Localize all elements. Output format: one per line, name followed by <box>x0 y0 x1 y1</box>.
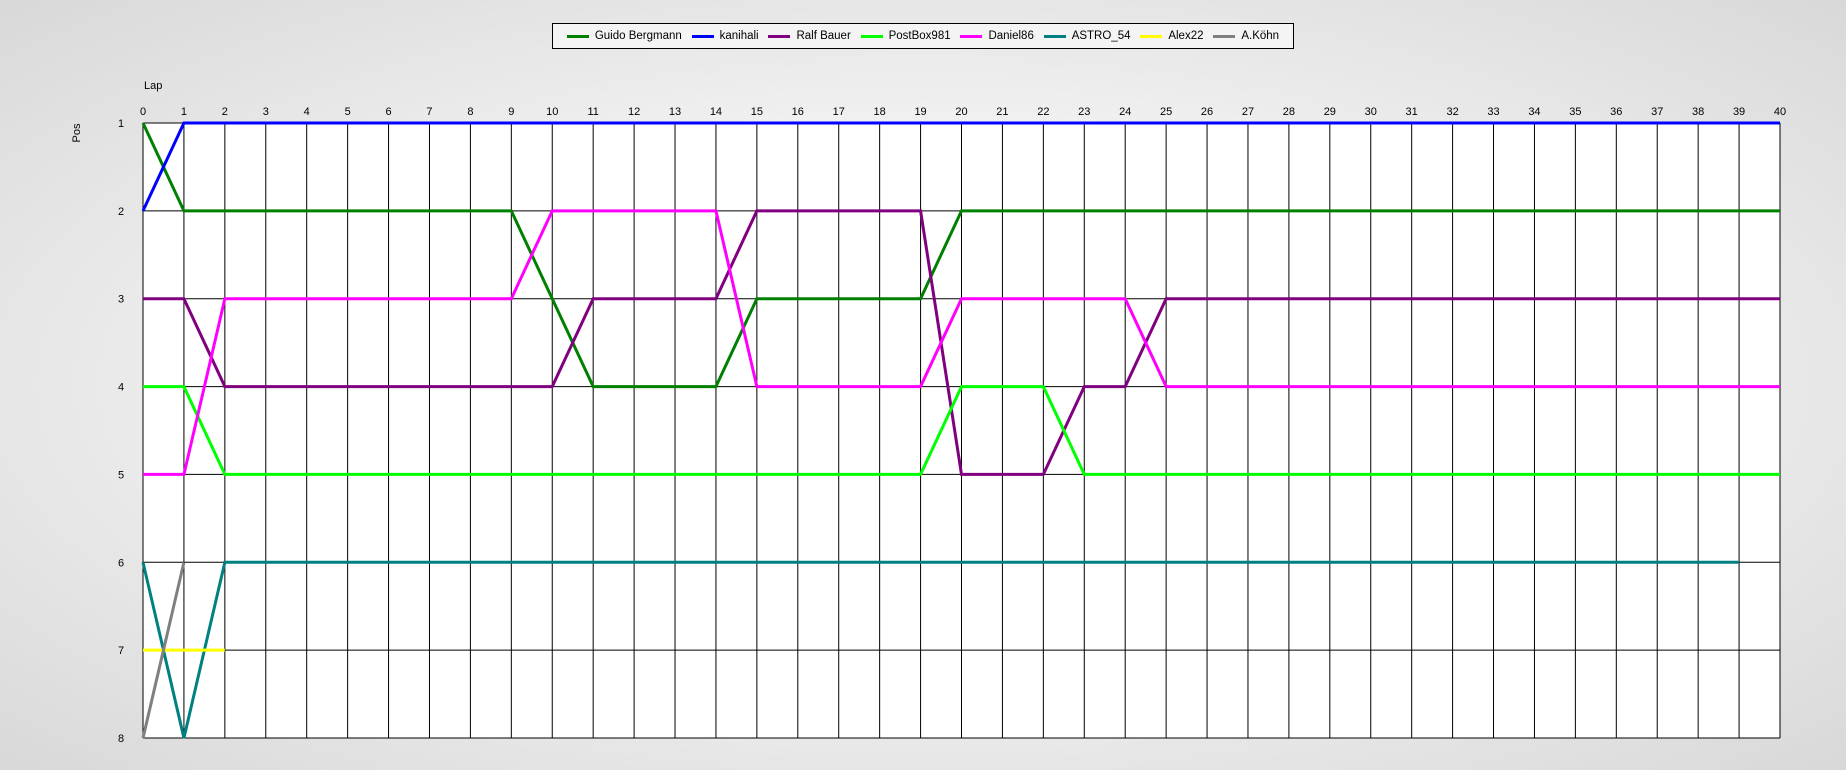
y-tick-label: 5 <box>118 469 124 481</box>
y-tick-label: 7 <box>118 645 124 657</box>
y-axis-title: Pos <box>71 123 83 142</box>
x-tick-label: 28 <box>1283 106 1295 118</box>
x-tick-label: 21 <box>996 106 1008 118</box>
x-tick-label: 1 <box>181 106 187 118</box>
x-tick-label: 34 <box>1528 106 1540 118</box>
x-tick-label: 36 <box>1610 106 1622 118</box>
x-tick-label: 18 <box>874 106 886 118</box>
x-tick-label: 31 <box>1406 106 1418 118</box>
x-tick-label: 10 <box>546 106 558 118</box>
x-tick-label: 30 <box>1365 106 1377 118</box>
y-tick-label: 6 <box>118 557 124 569</box>
x-tick-label: 39 <box>1733 106 1745 118</box>
x-tick-label: 12 <box>628 106 640 118</box>
x-tick-label: 19 <box>914 106 926 118</box>
x-axis-ticks: 0 1 2 3 4 5 6 7 8 9 10 11 12 13 14 15 16 17 18 19 20 21 22 23 24… <box>140 106 1786 118</box>
grid-lines <box>142 122 1781 739</box>
y-tick-label: 3 <box>118 294 124 306</box>
x-tick-label: 9 <box>508 106 514 118</box>
x-tick-label: 38 <box>1692 106 1704 118</box>
x-tick-label: 29 <box>1324 106 1336 118</box>
x-tick-label: 20 <box>955 106 967 118</box>
x-tick-label: 11 <box>587 106 598 118</box>
x-tick-label: 37 <box>1651 106 1663 118</box>
y-axis-ticks: 1 2 3 4 5 6 7 8 <box>118 118 124 745</box>
x-tick-label: 6 <box>385 106 391 118</box>
x-tick-label: 24 <box>1119 106 1131 118</box>
y-tick-label: 2 <box>118 206 124 218</box>
x-tick-label: 32 <box>1446 106 1458 118</box>
x-tick-label: 27 <box>1242 106 1254 118</box>
x-tick-label: 40 <box>1774 106 1786 118</box>
x-tick-label: 8 <box>467 106 473 118</box>
x-tick-label: 13 <box>669 106 681 118</box>
y-tick-label: 4 <box>118 382 124 394</box>
x-tick-label: 14 <box>710 106 722 118</box>
x-tick-label: 5 <box>345 106 351 118</box>
lap-position-chart: 0 1 2 3 4 5 6 7 8 9 10 11 12 13 14 15 16 17 18 19 20 21 22 23 24… <box>71 80 1786 745</box>
x-tick-label: 35 <box>1569 106 1581 118</box>
x-tick-label: 25 <box>1160 106 1172 118</box>
x-tick-label: 3 <box>263 106 269 118</box>
x-tick-label: 33 <box>1487 106 1499 118</box>
x-tick-label: 0 <box>140 106 146 118</box>
x-tick-label: 16 <box>792 106 804 118</box>
y-tick-label: 8 <box>118 733 124 745</box>
x-tick-label: 26 <box>1201 106 1213 118</box>
x-tick-label: 15 <box>751 106 763 118</box>
x-tick-label: 17 <box>833 106 845 118</box>
x-tick-label: 4 <box>304 106 310 118</box>
x-tick-label: 23 <box>1078 106 1090 118</box>
x-tick-label: 7 <box>426 106 432 118</box>
x-tick-label: 22 <box>1037 106 1049 118</box>
y-tick-label: 1 <box>118 118 124 130</box>
x-tick-label: 2 <box>222 106 228 118</box>
x-axis-title: Lap <box>144 80 162 92</box>
